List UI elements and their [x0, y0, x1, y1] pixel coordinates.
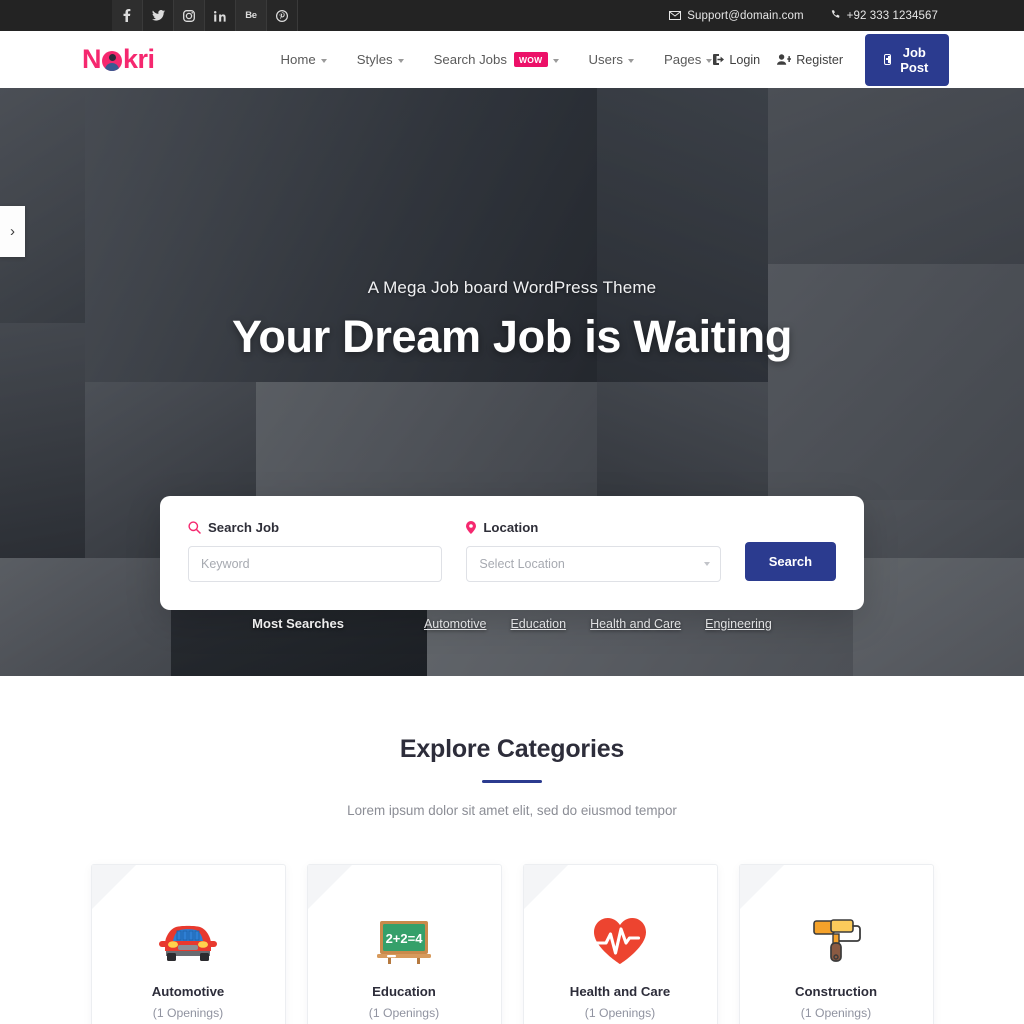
logo[interactable]: N kri — [82, 46, 155, 73]
location-select-wrap — [466, 546, 721, 582]
slider-next-button[interactable]: › — [0, 206, 25, 257]
nav-item-home[interactable]: Home — [281, 52, 327, 67]
wow-badge: wow — [513, 52, 548, 67]
chevron-down-icon — [706, 58, 713, 63]
instagram-icon[interactable] — [174, 0, 205, 31]
register-link[interactable]: Register — [777, 53, 843, 67]
top-bar: Be Support@domain.com +92 333 1234567 — [0, 0, 1024, 31]
location-label: Location — [483, 520, 539, 535]
phone-contact[interactable]: +92 333 1234567 — [830, 10, 938, 22]
category-card-education[interactable]: 2+2=4 Education (1 Openings) — [306, 864, 502, 1024]
hero-subtitle: A Mega Job board WordPress Theme — [367, 278, 657, 297]
register-label: Register — [796, 52, 844, 67]
topbar-contact-info: Support@domain.com +92 333 1234567 — [669, 0, 1024, 31]
category-card-construction[interactable]: Construction (1 Openings) — [738, 864, 934, 1024]
corner-fold — [523, 865, 568, 909]
nav-label: Search Jobs — [433, 52, 507, 67]
user-plus-icon — [777, 54, 792, 65]
login-link[interactable]: Login — [712, 53, 760, 67]
hero-title: Your Dream Job is Waiting — [231, 311, 793, 362]
section-subtitle: Lorem ipsum dolor sit amet elit, sed do … — [347, 803, 677, 818]
title-underline — [482, 780, 542, 783]
location-select[interactable] — [466, 546, 721, 582]
chalkboard-icon: 2+2=4 — [308, 913, 501, 969]
nav-item-styles[interactable]: Styles — [357, 52, 404, 67]
job-post-label: Job Post — [900, 44, 929, 75]
chevron-down-icon — [627, 58, 634, 63]
phone-text: +92 333 1234567 — [846, 9, 938, 22]
category-count: (1 Openings) — [368, 1006, 440, 1020]
plus-square-icon — [884, 54, 892, 65]
nav-label: Styles — [356, 52, 393, 67]
search-job-label: Search Job — [208, 520, 280, 535]
twitter-icon[interactable] — [143, 0, 174, 31]
corner-fold — [307, 865, 352, 909]
category-count: (1 Openings) — [800, 1006, 872, 1020]
header-actions: Login Register Job Post — [712, 33, 950, 86]
main-navigation: Home Styles Search Jobs wow Users Pages — [281, 52, 713, 67]
nav-item-search-jobs[interactable]: Search Jobs wow — [434, 52, 559, 67]
explore-categories-section: Explore Categories Lorem ipsum dolor sit… — [0, 676, 1024, 1024]
hero-slider: › A Mega Job board WordPress Theme Your … — [0, 88, 1024, 676]
location-label-row: Location — [466, 520, 720, 535]
category-name: Construction — [794, 984, 878, 999]
category-card-automotive[interactable]: Automotive (1 Openings) — [90, 864, 286, 1024]
chevron-down-icon — [320, 58, 327, 63]
site-header: N kri Home Styles Search Jobs wow Users … — [0, 31, 1024, 88]
nav-label: Home — [280, 52, 316, 67]
job-post-button[interactable]: Job Post — [865, 33, 950, 86]
corner-fold — [739, 865, 784, 909]
most-searches-bar: Most Searches Automotive Education Healt… — [0, 616, 1024, 631]
chevron-down-icon — [703, 562, 710, 566]
nav-label: Users — [588, 52, 623, 67]
category-card-grid: Automotive (1 Openings) 2+2=4 Education … — [0, 864, 1024, 1024]
category-card-health-and-care[interactable]: Health and Care (1 Openings) — [522, 864, 718, 1024]
category-count: (1 Openings) — [152, 1006, 224, 1020]
job-search-card: Search Job Location Search — [160, 496, 864, 610]
map-pin-icon — [466, 521, 477, 534]
chevron-down-icon — [397, 58, 404, 63]
car-icon — [92, 913, 285, 969]
most-searches-label: Most Searches — [252, 616, 344, 631]
email-contact[interactable]: Support@domain.com — [669, 9, 804, 22]
hero-content: A Mega Job board WordPress Theme Your Dr… — [0, 88, 1024, 363]
most-search-link-education[interactable]: Education — [510, 617, 566, 631]
search-job-label-row: Search Job — [188, 520, 442, 535]
logo-avatar-icon — [102, 50, 122, 71]
login-label: Login — [729, 52, 761, 67]
category-name: Automotive — [151, 984, 225, 999]
search-input[interactable] — [188, 546, 443, 582]
nav-item-users[interactable]: Users — [589, 52, 634, 67]
login-icon — [712, 54, 725, 65]
pinterest-icon[interactable] — [267, 0, 298, 31]
nav-item-pages[interactable]: Pages — [663, 52, 713, 67]
category-name: Health and Care — [569, 984, 671, 999]
facebook-icon[interactable] — [112, 0, 143, 31]
search-job-group: Search Job — [188, 520, 443, 582]
most-search-link-health-and-care[interactable]: Health and Care — [590, 617, 681, 631]
paint-roller-icon — [740, 913, 933, 969]
category-count: (1 Openings) — [584, 1006, 656, 1020]
most-search-link-automotive[interactable]: Automotive — [424, 617, 487, 631]
search-icon — [188, 521, 201, 534]
search-button[interactable]: Search — [744, 542, 837, 581]
location-group: Location — [466, 520, 721, 582]
page-title: Explore Categories — [399, 735, 625, 763]
social-links: Be — [112, 0, 298, 31]
most-search-link-engineering[interactable]: Engineering — [705, 617, 772, 631]
logo-text-before: N — [82, 44, 102, 74]
nav-label: Pages — [663, 52, 702, 67]
envelope-icon — [669, 11, 682, 20]
logo-text-after: kri — [123, 44, 155, 74]
linkedin-icon[interactable] — [205, 0, 236, 31]
behance-icon[interactable]: Be — [236, 0, 267, 31]
phone-icon — [830, 10, 841, 21]
email-text: Support@domain.com — [687, 9, 804, 22]
category-name: Education — [372, 984, 436, 999]
heart-pulse-icon — [524, 913, 717, 969]
chevron-down-icon — [552, 58, 559, 63]
search-fields: Search Job Location Search — [188, 520, 837, 582]
corner-fold — [91, 865, 136, 909]
chalkboard-text: 2+2=4 — [386, 931, 424, 946]
